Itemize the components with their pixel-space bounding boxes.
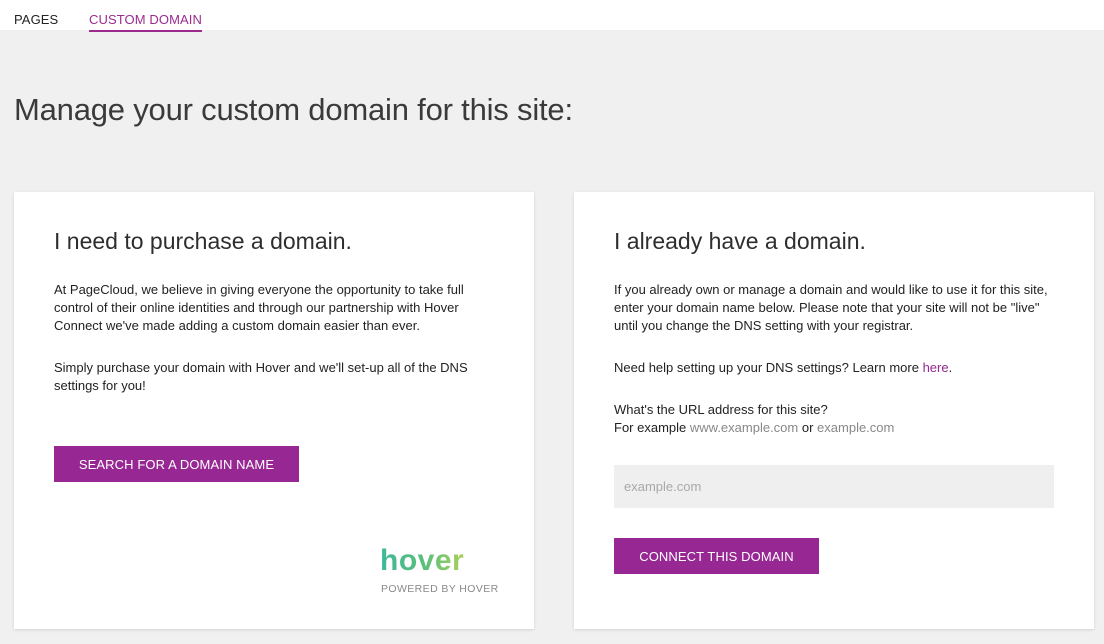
- example-or: or: [798, 420, 818, 435]
- example-prefix: For example: [614, 420, 690, 435]
- top-nav-bar: PAGES CUSTOM DOMAIN: [0, 0, 1104, 32]
- purchase-card-heading: I need to purchase a domain.: [54, 228, 352, 254]
- existing-domain-card: I already have a domain. If you already …: [574, 192, 1094, 629]
- existing-intro-text: If you already own or manage a domain an…: [614, 282, 1048, 333]
- purchase-dns-text: Simply purchase your domain with Hover a…: [54, 360, 468, 393]
- page-title: Manage your custom domain for this site:: [14, 92, 573, 127]
- purchase-intro-text: At PageCloud, we believe in giving every…: [54, 282, 464, 333]
- example-link-bare[interactable]: example.com: [817, 420, 894, 435]
- search-domain-button[interactable]: SEARCH FOR A DOMAIN NAME: [54, 446, 299, 482]
- tab-custom-domain[interactable]: CUSTOM DOMAIN: [89, 12, 203, 32]
- dns-help-text: Need help setting up your DNS settings? …: [614, 359, 1064, 377]
- dns-help-period: .: [948, 360, 953, 375]
- url-question-text: What's the URL address for this site?: [614, 402, 828, 417]
- example-link-www[interactable]: www.example.com: [690, 420, 798, 435]
- tab-pages[interactable]: PAGES: [14, 12, 58, 30]
- url-example-text: For example www.example.com or example.c…: [614, 419, 1064, 437]
- dns-help-link[interactable]: here: [923, 360, 949, 375]
- purchase-domain-card: I need to purchase a domain. At PageClou…: [14, 192, 534, 629]
- hover-logo: hover: [380, 544, 465, 577]
- existing-card-heading: I already have a domain.: [614, 228, 866, 254]
- dns-help-label: Need help setting up your DNS settings? …: [614, 360, 923, 375]
- connect-domain-button[interactable]: CONNECT THIS DOMAIN: [614, 538, 819, 574]
- domain-input[interactable]: [614, 465, 1054, 508]
- powered-by-hover-text: POWERED BY HOVER: [381, 583, 499, 595]
